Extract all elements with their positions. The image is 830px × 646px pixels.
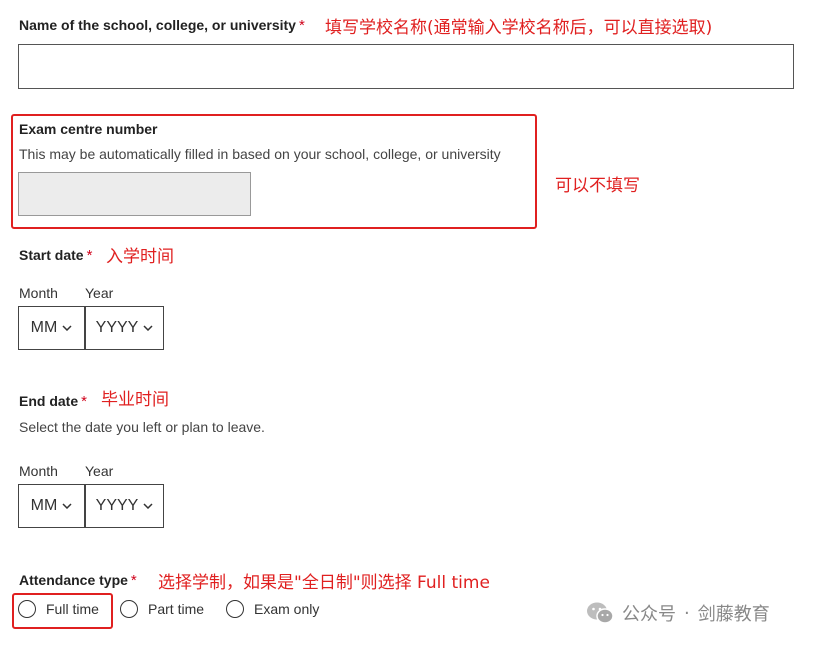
end-year-select[interactable]: YYYY <box>85 484 164 528</box>
school-annotation: 填写学校名称(通常输入学校名称后，可以直接选取) <box>325 18 713 38</box>
end-year-label: Year <box>85 463 114 479</box>
start-month-label: Month <box>19 285 58 301</box>
end-month-select[interactable]: MM <box>18 484 85 528</box>
end-month-label: Month <box>19 463 58 479</box>
required-asterisk: * <box>130 572 137 589</box>
attendance-label: Attendance type * <box>19 572 137 589</box>
exam-centre-annotation: 可以不填写 <box>555 176 640 196</box>
end-date-annotation: 毕业时间 <box>101 390 169 410</box>
watermark: 公众号 · 剑藤教育 <box>586 600 770 626</box>
chevron-down-icon <box>143 503 153 509</box>
required-asterisk: * <box>81 393 87 410</box>
start-date-annotation: 入学时间 <box>106 247 174 267</box>
start-year-value: YYYY <box>95 319 139 336</box>
radio-part-time[interactable]: Part time <box>120 600 204 618</box>
start-date-label: Start date * <box>19 247 92 264</box>
required-asterisk: * <box>298 17 305 34</box>
school-name-input[interactable] <box>18 44 794 89</box>
start-year-label: Year <box>85 285 114 301</box>
radio-full-time[interactable]: Full time <box>18 600 99 618</box>
chevron-down-icon <box>62 325 72 331</box>
watermark-text: 公众号 <box>622 604 676 625</box>
end-month-value: MM <box>30 497 58 514</box>
school-label: Name of the school, college, or universi… <box>19 17 305 34</box>
radio-button[interactable] <box>18 600 36 618</box>
radio-exam-only-label: Exam only <box>254 601 320 617</box>
exam-centre-hint: This may be automatically filled in base… <box>19 146 501 162</box>
watermark-name: 剑藤教育 <box>697 604 770 625</box>
radio-button[interactable] <box>120 600 138 618</box>
radio-part-time-label: Part time <box>148 601 205 617</box>
radio-exam-only[interactable]: Exam only <box>226 600 319 618</box>
attendance-annotation: 选择学制，如果是"全日制"则选择 Full time <box>158 573 490 593</box>
watermark-separator: · <box>684 602 690 624</box>
attendance-label-text: Attendance type <box>19 572 128 588</box>
chevron-down-icon <box>143 325 153 331</box>
chevron-down-icon <box>62 503 72 509</box>
radio-full-time-label: Full time <box>46 601 99 617</box>
end-date-label: End date * <box>19 393 87 410</box>
end-date-label-text: End date <box>19 393 79 409</box>
required-asterisk: * <box>86 247 93 264</box>
school-label-text: Name of the school, college, or universi… <box>19 17 296 33</box>
end-year-value: YYYY <box>95 497 139 514</box>
start-date-label-text: Start date <box>19 247 84 263</box>
exam-centre-label: Exam centre number <box>19 121 158 137</box>
end-date-hint: Select the date you left or plan to leav… <box>19 419 265 435</box>
exam-centre-input <box>18 172 251 216</box>
start-month-select[interactable]: MM <box>18 306 85 350</box>
start-year-select[interactable]: YYYY <box>85 306 164 350</box>
wechat-icon <box>586 601 614 625</box>
start-month-value: MM <box>30 319 58 336</box>
radio-button[interactable] <box>226 600 244 618</box>
